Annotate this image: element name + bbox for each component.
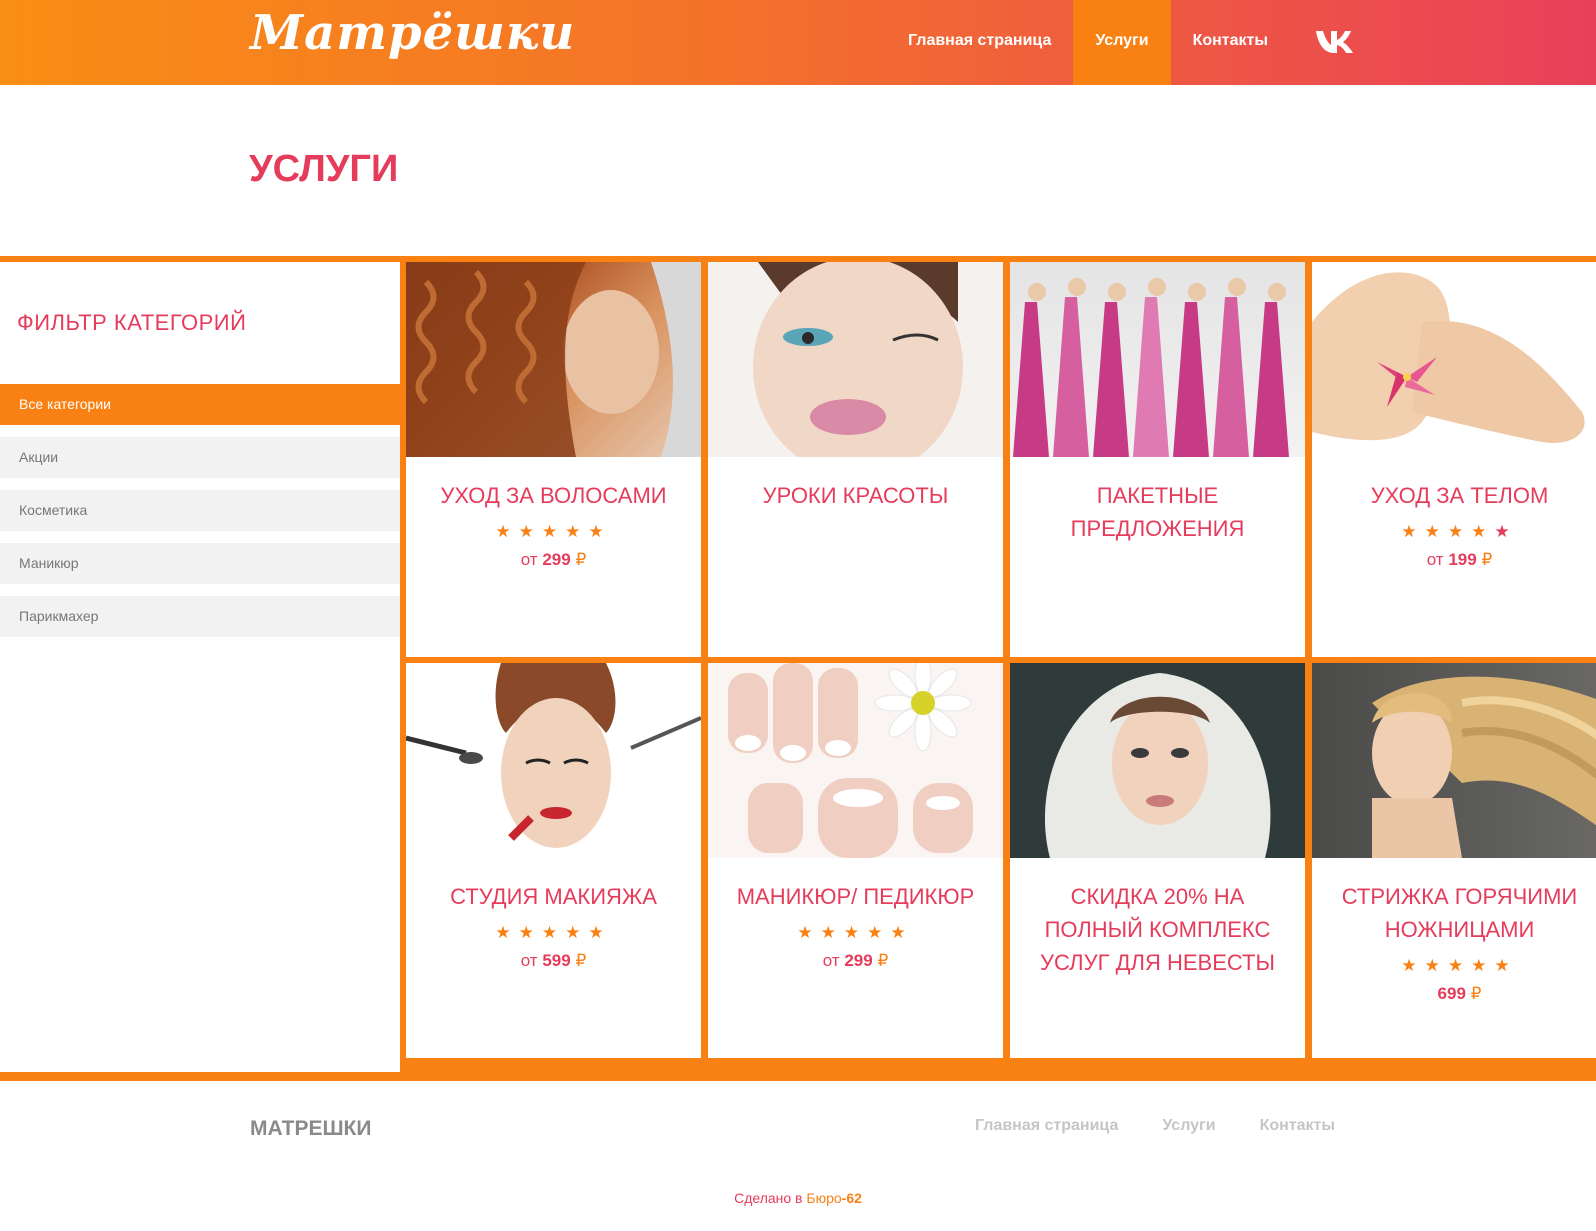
rating-stars: ★★★★★ xyxy=(1401,956,1518,975)
price-prefix: от xyxy=(822,951,840,970)
price-value: 199 xyxy=(1448,550,1477,569)
services-grid: ФИЛЬТР КАТЕГОРИЙ Все категории Акции Кос… xyxy=(0,256,1596,1081)
price: от 299 ₽ xyxy=(406,550,701,570)
filter-list: Все категории Акции Косметика Маникюр Па… xyxy=(0,384,400,649)
price-prefix: от xyxy=(1426,550,1444,569)
price-value: 299 xyxy=(542,550,571,569)
service-card-makeup-studio[interactable]: Студия макияжа ★★★★★ от 599 ₽ xyxy=(406,663,701,1058)
filter-item-hairdresser[interactable]: Парикмахер xyxy=(0,596,400,637)
rating-stars: ★★★★★ xyxy=(495,923,612,942)
nav-contacts[interactable]: Контакты xyxy=(1171,0,1290,85)
filter-item-manicure[interactable]: Маникюр xyxy=(0,543,400,584)
price: от 199 ₽ xyxy=(1312,550,1596,570)
currency: ₽ xyxy=(1481,550,1493,569)
service-card-hot-scissors[interactable]: Стрижка горячими ножницами ★★★★★ 699 ₽ xyxy=(1312,663,1596,1058)
credit-link[interactable]: Бюро-62 xyxy=(806,1190,862,1206)
service-card-hair-care[interactable]: Уход за волосами ★★★★★ от 299 ₽ xyxy=(406,262,701,657)
card-title: Уход за волосами xyxy=(440,483,667,508)
nails-daisy-photo xyxy=(708,663,1003,858)
currency: ₽ xyxy=(575,550,587,569)
service-card-bride-discount[interactable]: Скидка 20% на полный комплекс услуг для … xyxy=(1010,663,1305,1058)
service-card-manicure[interactable]: Маникюр/ педикюр ★★★★★ от 299 ₽ xyxy=(708,663,1003,1058)
credit: Сделано в Бюро-62 xyxy=(0,1190,1596,1206)
footer-nav: Главная страница Услуги Контакты xyxy=(975,1117,1379,1135)
price-value: 599 xyxy=(542,951,571,970)
bridesmaids-photo xyxy=(1010,262,1305,457)
page-title: УСЛУГИ xyxy=(249,148,399,190)
price-prefix: от xyxy=(520,951,538,970)
credit-link-name: Бюро xyxy=(806,1190,842,1206)
filter-item-all[interactable]: Все категории xyxy=(0,384,400,425)
service-card-packages[interactable]: Пакетные предложения xyxy=(1010,262,1305,657)
makeup-face-photo xyxy=(708,262,1003,457)
price-value: 699 xyxy=(1437,984,1466,1003)
card-title: Уроки красоты xyxy=(762,483,949,508)
card-title: Стрижка горячими ножницами xyxy=(1341,884,1578,942)
currency: ₽ xyxy=(1470,984,1482,1003)
nav-home[interactable]: Главная страница xyxy=(886,0,1073,85)
nav-services[interactable]: Услуги xyxy=(1073,0,1171,85)
service-card-body-care[interactable]: Уход за телом ★★★★★ от 199 ₽ xyxy=(1312,262,1596,657)
service-card-beauty-lessons[interactable]: Уроки красоты xyxy=(708,262,1003,657)
rating-stars: ★★★★★ xyxy=(797,923,914,942)
card-title: Уход за телом xyxy=(1370,483,1549,508)
footer-link-home[interactable]: Главная страница xyxy=(975,1117,1118,1135)
card-title: Студия макияжа xyxy=(450,884,657,909)
price: от 299 ₽ xyxy=(708,951,1003,971)
credit-prefix: Сделано в xyxy=(734,1190,803,1206)
site-logo[interactable]: Матрёшки xyxy=(250,0,575,66)
vk-icon[interactable] xyxy=(1314,25,1360,55)
main-nav: Главная страница Услуги Контакты xyxy=(886,0,1290,85)
footer-link-services[interactable]: Услуги xyxy=(1162,1117,1215,1135)
makeup-brushes-photo xyxy=(406,663,701,858)
price: 699 ₽ xyxy=(1312,984,1596,1004)
card-title: Пакетные предложения xyxy=(1070,483,1245,541)
currency: ₽ xyxy=(877,951,889,970)
bride-veil-photo xyxy=(1010,663,1305,858)
body-lily-photo xyxy=(1312,262,1596,457)
price-prefix: от xyxy=(520,550,538,569)
footer-link-contacts[interactable]: Контакты xyxy=(1260,1117,1335,1135)
card-title: Скидка 20% на полный комплекс услуг для … xyxy=(1040,884,1275,975)
filter-title: ФИЛЬТР КАТЕГОРИЙ xyxy=(17,310,247,335)
currency: ₽ xyxy=(575,951,587,970)
footer-brand: МАТРЕШКИ xyxy=(250,1117,372,1140)
price: от 599 ₽ xyxy=(406,951,701,971)
filter-item-promotions[interactable]: Акции xyxy=(0,437,400,478)
header: Матрёшки Главная страница Услуги Контакт… xyxy=(0,0,1596,85)
rating-stars: ★★★★★ xyxy=(1401,522,1518,541)
card-title: Маникюр/ педикюр xyxy=(736,884,975,909)
credit-link-number: -62 xyxy=(841,1190,862,1206)
filter-item-cosmetics[interactable]: Косметика xyxy=(0,490,400,531)
category-filter: ФИЛЬТР КАТЕГОРИЙ Все категории Акции Кос… xyxy=(0,262,400,1072)
blonde-hair-photo xyxy=(1312,663,1596,858)
rating-stars: ★★★★★ xyxy=(495,522,612,541)
curly-hair-photo xyxy=(406,262,701,457)
price-value: 299 xyxy=(844,951,873,970)
